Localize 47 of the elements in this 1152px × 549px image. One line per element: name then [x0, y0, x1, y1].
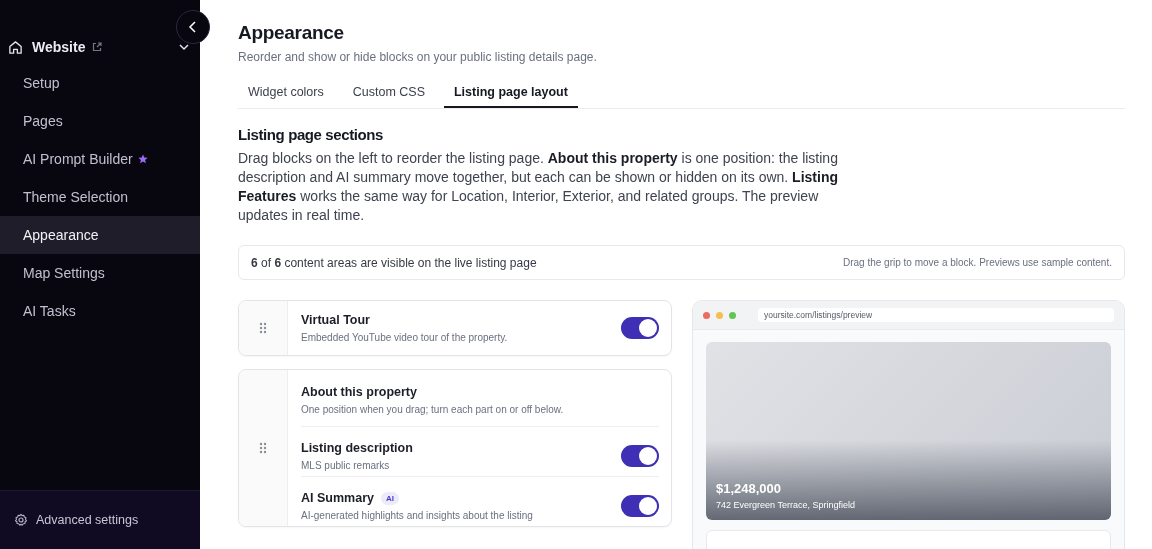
- toggle-switch[interactable]: [621, 317, 659, 339]
- drag-handle[interactable]: [239, 370, 288, 526]
- ai-badge: AI: [380, 491, 399, 505]
- window-dot: [716, 311, 723, 319]
- sidebar-item[interactable]: Theme Selection: [0, 178, 200, 216]
- page-title: Appearance: [238, 22, 345, 44]
- home-icon: [8, 39, 23, 55]
- grip-icon: [259, 322, 267, 334]
- grip-icon: [259, 442, 267, 454]
- drag-handle[interactable]: [239, 301, 288, 355]
- section-description: Drag blocks on the left to reorder the listing page. About this property is one position: the listing description and AI summary move together, but each can be shown or hidden on its own. Listing Features works the same way for Location, Interior, Exterior, and related groups. The preview updates in real time.: [238, 149, 839, 225]
- window-dot: [703, 311, 710, 319]
- window-dot: [729, 311, 736, 319]
- section-heading: Listing page sections: [238, 126, 384, 143]
- part-subtitle: AI-generated highlights and insights about the listing: [301, 510, 533, 521]
- visibility-count: 6 of 6 content areas are visible on the live listing page: [251, 255, 537, 270]
- listing-price: $1,248,000: [716, 481, 783, 496]
- tab[interactable]: Custom CSS: [342, 79, 435, 108]
- sidebar-item[interactable]: AI Tasks: [0, 292, 200, 330]
- block-subtitle: Embedded YouTube video tour of the property.: [301, 332, 508, 343]
- website-section-header[interactable]: Website: [0, 36, 200, 58]
- url-bar: yoursite.com/listings/preview: [758, 308, 1114, 322]
- sidebar-item[interactable]: Pages: [0, 102, 200, 140]
- part-title: Listing description: [301, 441, 413, 455]
- listing-address: 742 Evergreen Terrace, Springfield: [716, 500, 856, 510]
- sidebar-item[interactable]: Appearance: [0, 216, 200, 254]
- part-title: AI Summary: [301, 491, 374, 505]
- toggle-switch[interactable]: [621, 445, 659, 467]
- tab[interactable]: Widget colors: [238, 79, 334, 108]
- external-link-icon: [92, 42, 103, 52]
- section-label: Website: [32, 39, 86, 55]
- star-icon: [137, 154, 148, 164]
- tab[interactable]: Listing page layout: [444, 79, 578, 108]
- sidebar-item[interactable]: Setup: [0, 64, 200, 102]
- block-title: Virtual Tour: [301, 313, 371, 327]
- sidebar-item[interactable]: Map Settings: [0, 254, 200, 292]
- sidebar-item[interactable]: AI Prompt Builder: [0, 140, 200, 178]
- toggle-switch[interactable]: [621, 495, 659, 517]
- settings-icon: [14, 513, 28, 527]
- part-subtitle: MLS public remarks: [301, 460, 391, 471]
- advanced-settings-link[interactable]: Advanced settings: [0, 490, 200, 549]
- block-subtitle: One position when you drag; turn each part on or off below.: [301, 404, 564, 415]
- page-subtitle: Reorder and show or hide blocks on your public listing details page.: [238, 50, 598, 64]
- chevron-left-icon: [187, 21, 199, 33]
- block-title: About this property: [301, 385, 418, 399]
- drag-hint: Drag the grip to move a block. Previews use sample content.: [842, 257, 1112, 268]
- collapse-button[interactable]: [176, 10, 210, 44]
